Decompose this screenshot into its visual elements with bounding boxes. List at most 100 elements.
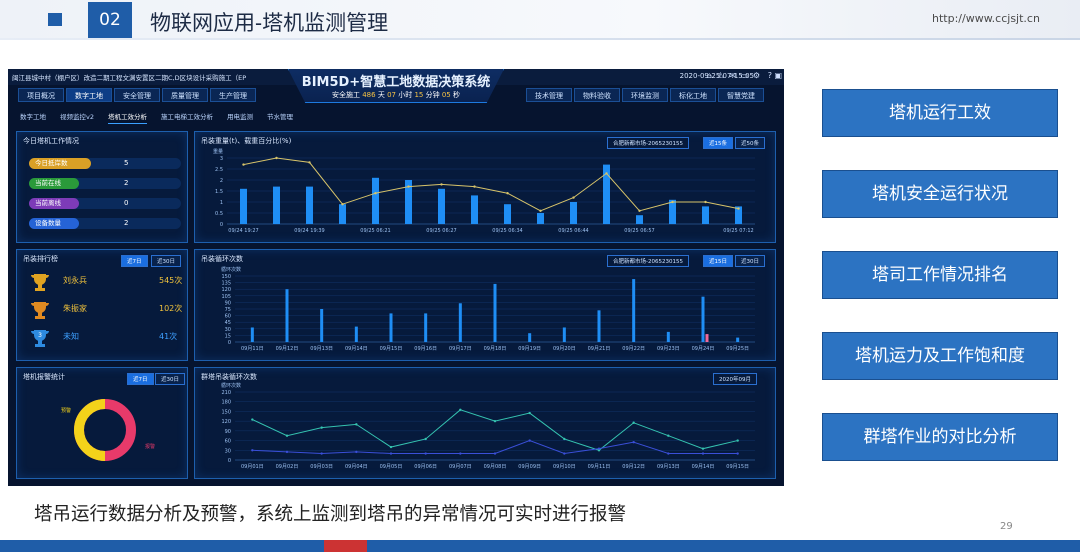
y-axis-label: 重量 [213, 148, 223, 155]
chart1-panel: 吊装重量(t)、载重百分比(%) 合肥新都市场-2065230155 近15条 … [194, 131, 776, 243]
data-point [632, 421, 635, 424]
y-tick-label: 135 [221, 281, 231, 287]
page-number: 29 [1000, 521, 1013, 532]
feature-button[interactable]: 塔机运力及工作饱和度 [822, 332, 1058, 380]
nav-item[interactable]: 物料验收 [574, 88, 620, 102]
feature-button[interactable]: 群塔作业的对比分析 [822, 413, 1058, 461]
data-point [736, 452, 739, 455]
nav-item[interactable]: 安全管理 [114, 88, 160, 102]
x-tick-label: 09月25日 [726, 346, 749, 352]
nav-item[interactable]: 标化工地 [670, 88, 716, 102]
nav-item[interactable]: 项目概况 [18, 88, 64, 102]
data-point [320, 452, 323, 455]
nav-item-active[interactable]: 数字工地 [66, 88, 112, 102]
y-tick-label: 15 [225, 333, 231, 339]
x-tick-label: 09月23日 [657, 346, 680, 352]
data-point [528, 411, 531, 415]
data-point [251, 418, 254, 421]
y-tick-label: 30 [225, 448, 231, 454]
bar [458, 303, 462, 342]
trophy-icon: 3 [31, 330, 49, 347]
data-point [424, 452, 427, 455]
bar [320, 309, 324, 342]
data-point [539, 209, 542, 212]
series-line [252, 409, 738, 451]
x-tick-label: 09月14日 [692, 464, 715, 470]
nav-item[interactable]: 质量管理 [162, 88, 208, 102]
slide-header: 02 物联网应用-塔机监测管理 http://www.ccjsjt.cn [0, 0, 1080, 40]
alarm-panel: 塔机报警统计 近7日 近30日 预警 报警 [16, 367, 188, 479]
monitor-icon[interactable]: ▭ [740, 71, 748, 80]
x-tick-label: 09月07日 [449, 464, 472, 470]
y-tick-label: 2.5 [215, 167, 223, 173]
project-name: 闽江县城中村（棚户区）改造二期工程文渊安置区二期C,D区块设计采购施工（EP [12, 74, 247, 82]
settings-icon[interactable]: ⚙ [753, 71, 760, 80]
help-icon[interactable]: ? [768, 71, 772, 80]
tab-30d[interactable]: 近30日 [151, 255, 181, 267]
nav-item[interactable]: 环境监测 [622, 88, 668, 102]
x-tick-label: 09/25 07:12 [723, 228, 753, 234]
feature-button[interactable]: 塔机运行工效 [822, 89, 1058, 137]
y-tick-label: 75 [225, 307, 231, 313]
bar [570, 202, 577, 224]
system-title: BIM5D+智慧工地数据决策系统 [301, 75, 491, 90]
x-tick-label: 09月03日 [310, 464, 333, 470]
tab-7d[interactable]: 近7日 [121, 255, 148, 267]
bar [636, 215, 643, 224]
chart2-panel: 吊装循环次数 合肥新都市场-2065230155 近15日 近30日 循环次数 0… [194, 249, 776, 361]
x-tick-label: 09/24 19:39 [294, 228, 324, 234]
bar [669, 199, 676, 224]
status-bar: 当前离线 0 [29, 198, 181, 209]
bar [705, 334, 709, 342]
data-point [506, 192, 509, 195]
data-point [667, 434, 670, 437]
data-point [308, 161, 311, 164]
nav-item[interactable]: 智慧党建 [718, 88, 764, 102]
data-point [597, 447, 601, 450]
subnav-item[interactable]: 施工电梯工效分析 [161, 111, 213, 124]
nav-item[interactable]: 生产管理 [210, 88, 256, 102]
subnav-item[interactable]: 数字工地 [20, 111, 46, 124]
feature-button[interactable]: 塔机安全运行状况 [822, 170, 1058, 218]
nav-item[interactable]: 技术管理 [526, 88, 572, 102]
x-tick-label: 09月20日 [553, 346, 576, 352]
y-tick-label: 3 [220, 156, 223, 162]
data-point [473, 185, 476, 188]
data-point [528, 439, 531, 442]
cycle-chart: 循环次数 0153045607590105120135150 09月11日 09月12… [221, 266, 755, 352]
data-point [736, 439, 739, 442]
header-square-icon [48, 13, 62, 26]
bar [438, 188, 445, 224]
subnav-item[interactable]: 节水管理 [267, 111, 293, 124]
x-tick-label: 09月08日 [484, 464, 507, 470]
subnav-item[interactable]: 用电监测 [227, 111, 253, 124]
message-icon[interactable]: ✉ [729, 71, 736, 80]
feature-button[interactable]: 塔司工作情况排名 [822, 251, 1058, 299]
y-tick-label: 1 [220, 200, 223, 206]
bar [632, 279, 636, 342]
main-nav-left: 项目概况 数字工地 安全管理 质量管理 生产管理 [18, 88, 258, 102]
home-icon[interactable]: ⌂ [707, 71, 712, 80]
x-tick-label: 09月21日 [588, 346, 611, 352]
alarm-donut: 预警 报警 [61, 399, 155, 461]
bar [702, 206, 709, 224]
subnav-item-active[interactable]: 塔机工效分析 [107, 111, 147, 124]
data-point [572, 196, 575, 199]
x-tick-label: 09月14日 [345, 346, 368, 352]
bar [273, 186, 280, 224]
status-bar: 设备数量 2 [29, 218, 181, 229]
y-tick-label: 150 [221, 409, 231, 415]
x-tick-label: 09月11日 [241, 346, 264, 352]
y-tick-label: 60 [225, 439, 231, 445]
subnav-item[interactable]: 视频监控v2 [60, 111, 94, 124]
data-point [638, 209, 641, 212]
today-panel: 今日塔机工作情况 今日抵岸数 5 当前在线 2 当前离线 0 设备数量 2 [16, 131, 188, 243]
x-tick-label: 09/24 19:27 [228, 228, 258, 234]
y-tick-label: 0.5 [215, 211, 223, 217]
fullscreen-icon[interactable]: ▣ [774, 71, 782, 80]
y-tick-label: 210 [221, 390, 231, 396]
sub-nav: 数字工地 视频监控v2 塔机工效分析 施工电梯工效分析 用电监测 节水管理 [20, 111, 307, 124]
warning-icon[interactable]: ⚠ [717, 71, 724, 80]
slide-caption: 塔吊运行数据分析及预警，系统上监测到塔吊的异常情况可实时进行报警 [34, 504, 627, 525]
x-tick-label: 09/25 06:57 [624, 228, 654, 234]
